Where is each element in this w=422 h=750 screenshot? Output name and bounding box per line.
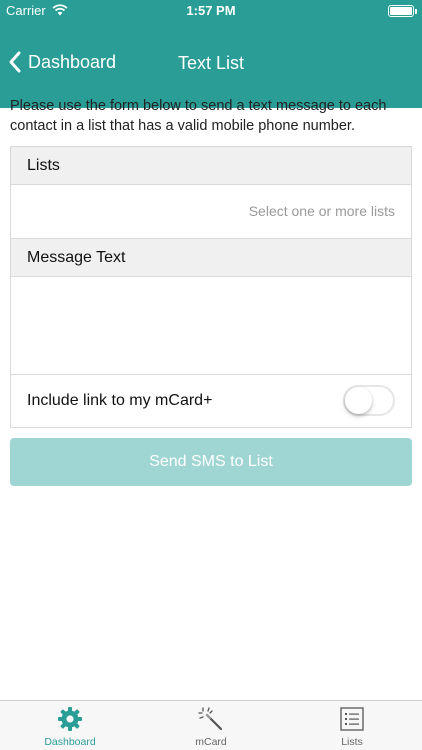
gear-icon (58, 707, 82, 731)
magic-wand-icon (198, 707, 223, 731)
lists-selector[interactable]: Select one or more lists (11, 185, 411, 239)
include-link-row: Include link to my mCard+ (11, 375, 411, 427)
message-text-area-container (11, 277, 411, 375)
lists-placeholder: Select one or more lists (248, 203, 395, 219)
lists-section-header: Lists (11, 147, 411, 185)
tab-lists[interactable]: Lists (282, 701, 422, 750)
status-bar: Carrier 1:57 PM (0, 0, 422, 22)
include-link-toggle[interactable] (343, 385, 395, 416)
clock: 1:57 PM (186, 3, 236, 18)
battery-icon (388, 5, 417, 17)
tab-lists-label: Lists (341, 736, 363, 748)
tab-mcard-label: mCard (195, 736, 227, 748)
page-title: Text List (177, 53, 245, 73)
list-icon (340, 707, 364, 731)
send-sms-button[interactable]: Send SMS to List (10, 438, 412, 486)
toggle-knob (345, 387, 372, 414)
message-section-header: Message Text (11, 239, 411, 277)
tab-dashboard[interactable]: Dashboard (0, 701, 140, 750)
include-link-label: Include link to my mCard+ (27, 392, 213, 409)
sms-form: Lists Select one or more lists Message T… (10, 146, 412, 428)
tab-dashboard-label: Dashboard (44, 736, 96, 748)
tab-bar: Dashboard mCard Lists (0, 700, 422, 750)
intro-text: Please use the form below to send a text… (10, 98, 387, 134)
tab-mcard[interactable]: mCard (141, 701, 281, 750)
message-text-input[interactable] (11, 277, 411, 374)
